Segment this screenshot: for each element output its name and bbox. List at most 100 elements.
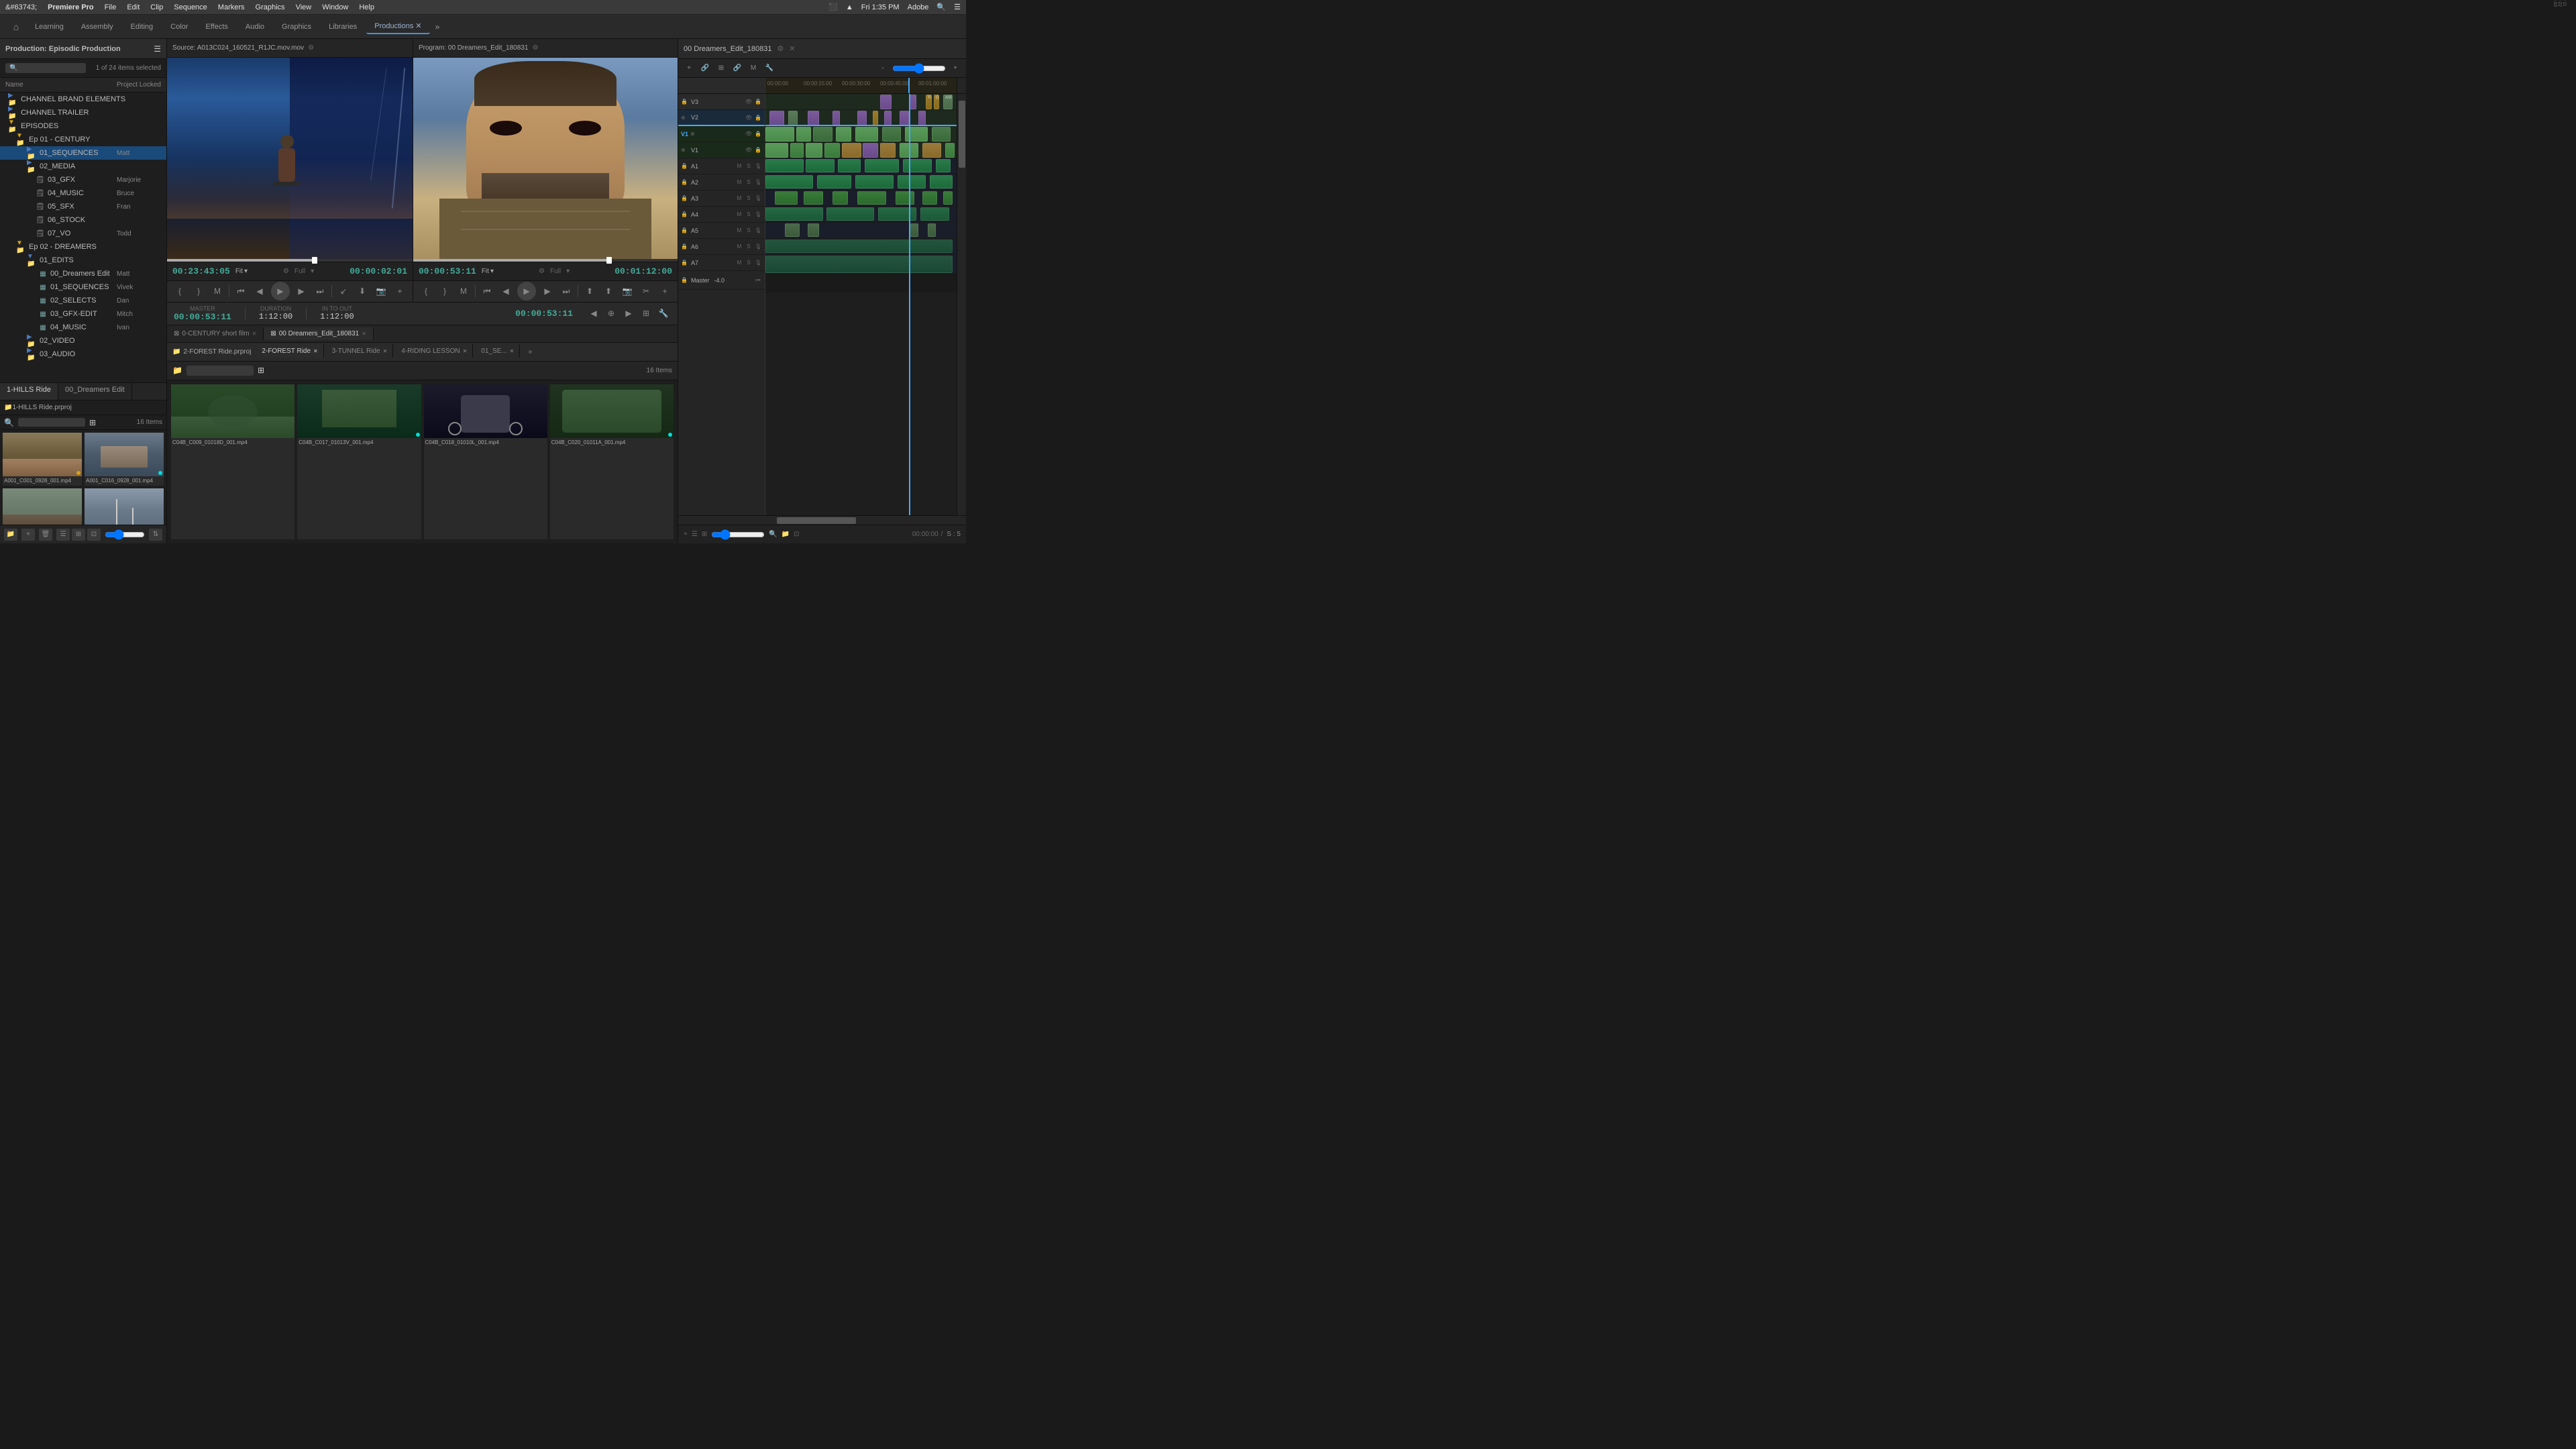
bin-view-icon[interactable]: ⊞ (258, 366, 264, 375)
menu-graphics[interactable]: Graphics (256, 3, 285, 11)
clip[interactable] (765, 143, 788, 158)
clip[interactable] (900, 111, 909, 125)
apple-menu[interactable]: &#63743; (5, 3, 37, 11)
clip[interactable] (769, 111, 785, 125)
bp-tab-dreamers-edit[interactable]: 00_Dreamers Edit (58, 383, 132, 400)
lock-icon[interactable]: 🔒 (681, 277, 689, 283)
clip[interactable] (918, 111, 926, 125)
track-mute-btn[interactable]: M (735, 163, 743, 169)
track-solo-btn[interactable]: S (745, 211, 753, 217)
clip[interactable] (909, 95, 916, 109)
source-monitor-settings[interactable]: ⚙ (308, 44, 314, 52)
clip[interactable] (884, 111, 892, 125)
ripple-edit-btn[interactable]: ⊕ (604, 306, 619, 321)
tree-item-02-selects[interactable]: ▦ 02_SELECTS Dan (0, 294, 166, 307)
sync-icon[interactable]: ⊕ (681, 147, 689, 153)
timeline-zoom-slider[interactable] (892, 66, 946, 71)
new-bin-button[interactable]: 📁 (4, 529, 17, 541)
bin-thumbnail-item[interactable]: C04B_C020_01011A_001.mp4 (550, 384, 674, 539)
more-tabs-button[interactable]: » (523, 344, 537, 359)
clip[interactable] (824, 143, 840, 158)
tab-productions[interactable]: Productions ✕ (366, 19, 429, 34)
track-record-btn[interactable]: 🎙 (754, 163, 762, 169)
thumbnail-item[interactable]: A001_C041_0929_001.mp4 (85, 488, 164, 525)
track-record-btn[interactable]: 🎙 (754, 244, 762, 250)
tree-item-01-seq2[interactable]: ▦ 01_SEQUENCES Vivek (0, 280, 166, 294)
clip[interactable] (932, 127, 951, 142)
zoom-in-button[interactable]: + (949, 62, 962, 75)
tree-item-03-audio[interactable]: ▶ 📁 03_AUDIO (0, 347, 166, 361)
track-row-a5[interactable] (765, 223, 957, 239)
audio-clip[interactable] (833, 191, 848, 205)
program-go-to-out-button[interactable]: ⏭ (559, 284, 574, 299)
menu-view[interactable]: View (296, 3, 312, 11)
track-mute-btn[interactable]: M (735, 244, 743, 250)
clip[interactable] (790, 143, 804, 158)
lock-icon[interactable]: 🔒 (681, 163, 689, 169)
audio-clip[interactable] (817, 175, 851, 189)
track-lock-btn[interactable]: 🔒 (754, 99, 762, 105)
add-program-button[interactable]: + (657, 284, 672, 299)
audio-clip[interactable] (765, 207, 823, 221)
program-monitor-viewer[interactable] (413, 58, 678, 259)
timeline-tracks-area[interactable]: Foot Ora A001C0 (765, 94, 957, 515)
audio-clip[interactable] (878, 207, 916, 221)
audio-clip[interactable] (903, 159, 932, 172)
timeline-markers-btn[interactable]: M (747, 62, 760, 75)
bin-seq-tab-lesson[interactable]: 4-RIDING LESSON ✕ (396, 344, 473, 358)
timeline-align-btn[interactable]: ⊡ (794, 531, 799, 538)
clip[interactable]: Ora (934, 95, 940, 109)
audio-clip[interactable] (826, 207, 874, 221)
audio-clip[interactable] (896, 191, 915, 205)
track-row-a3[interactable] (765, 191, 957, 207)
notification-icon[interactable]: ☰ (954, 3, 961, 11)
menu-sequence[interactable]: Sequence (174, 3, 207, 11)
timeline-settings-btn[interactable]: 🔧 (763, 62, 776, 75)
timeline-snapping-btn[interactable]: ⊞ (714, 62, 728, 75)
track-solo-btn[interactable]: S (745, 260, 753, 266)
track-row-v2[interactable] (765, 110, 957, 126)
tree-item-06-stock[interactable]: 🗒 06_STOCK (0, 213, 166, 227)
home-button[interactable]: ⌂ (5, 17, 27, 36)
audio-clip[interactable] (808, 223, 819, 237)
lock-icon[interactable]: 🔒 (681, 99, 689, 105)
clip[interactable] (873, 111, 879, 125)
tree-item-07-vo[interactable]: 🗒 07_VO Todd (0, 227, 166, 240)
audio-clip[interactable] (838, 159, 861, 172)
track-visibility-btn[interactable]: 👁 (745, 147, 753, 153)
lock-icon[interactable]: 🔒 (681, 244, 689, 250)
audio-clip[interactable] (898, 175, 926, 189)
lift-button[interactable]: ⬆ (582, 284, 597, 299)
trim-button[interactable]: ✂ (639, 284, 653, 299)
source-playhead-handle[interactable] (312, 257, 317, 264)
snap-btn[interactable]: ⊞ (639, 306, 653, 321)
step-fwd-button[interactable]: ▶ (294, 284, 309, 299)
track-visibility-btn[interactable]: 👁 (745, 115, 753, 121)
export-frame-program-button[interactable]: 📷 (620, 284, 635, 299)
audio-clip[interactable] (785, 223, 800, 237)
lock-icon[interactable]: 🔒 (681, 260, 689, 266)
track-mute-btn[interactable]: M (735, 211, 743, 217)
track-row-v3[interactable]: Foot Ora A001C0 (765, 94, 957, 110)
tree-item-00-dreamers-edit[interactable]: ▦ 00_Dreamers Edit Matt (0, 267, 166, 280)
add-source-button[interactable]: + (392, 284, 407, 299)
lock-icon[interactable]: 🔒 (681, 195, 689, 201)
audio-clip[interactable] (806, 159, 835, 172)
source-settings-icon[interactable]: ⚙ (283, 268, 289, 275)
track-record-btn[interactable]: 🎙 (754, 227, 762, 233)
tree-item-04-music2[interactable]: ▦ 04_MUSIC Ivan (0, 321, 166, 334)
freeform-view-button[interactable]: ⊡ (87, 529, 101, 541)
program-mark-out-button[interactable]: } (437, 284, 452, 299)
clip[interactable] (796, 127, 812, 142)
clip[interactable] (945, 143, 955, 158)
program-full-dropdown[interactable]: ▾ (566, 268, 570, 275)
track-mute-btn[interactable]: M (735, 179, 743, 185)
timeline-linked-btn[interactable]: 🔗 (731, 62, 744, 75)
source-fit-dropdown[interactable]: Fit▾ (235, 268, 248, 275)
bin-seq-tab-forest[interactable]: 2-FOREST Ride ✕ (256, 344, 323, 358)
clip[interactable] (882, 127, 902, 142)
source-progress-bar[interactable] (167, 259, 413, 262)
audio-clip[interactable] (922, 191, 938, 205)
timeline-vscroll-top[interactable] (957, 78, 966, 93)
track-visibility-btn[interactable]: 👁 (745, 99, 753, 105)
